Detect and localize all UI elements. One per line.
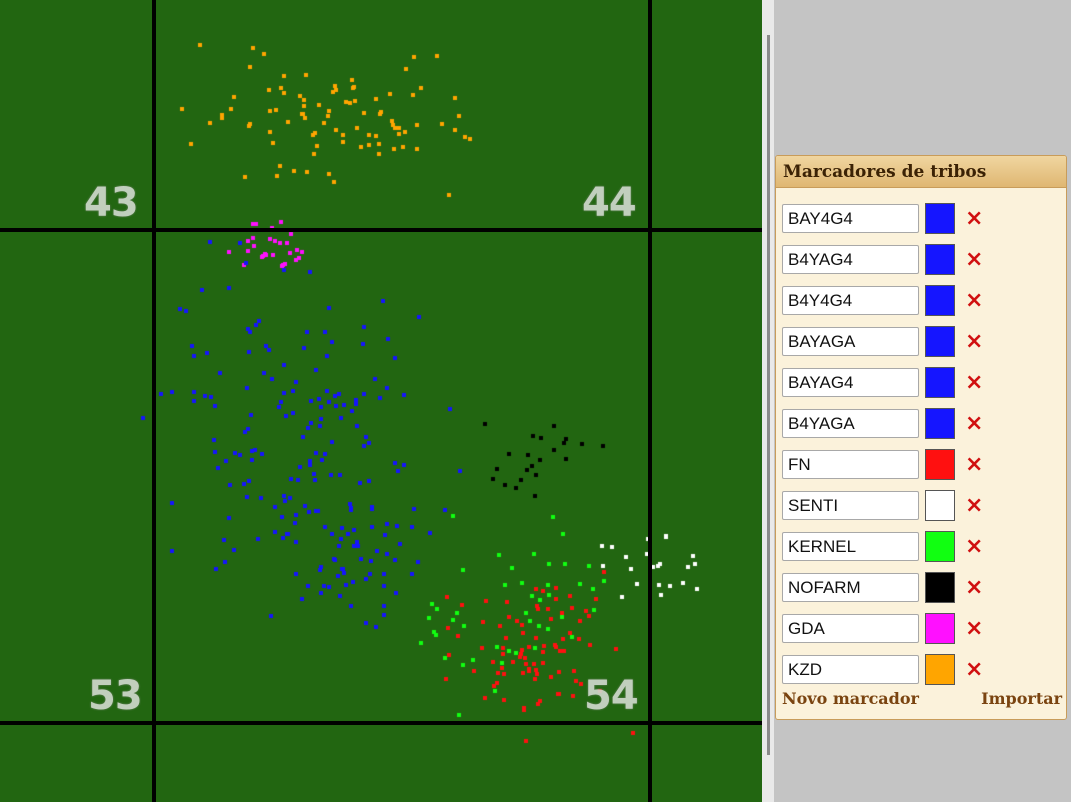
scrollbar-thumb[interactable] [767, 35, 770, 755]
continent-label-44: 44 [582, 180, 637, 226]
marker-row: × [782, 530, 1066, 566]
marker-row: × [782, 489, 1066, 525]
color-swatch[interactable] [925, 531, 955, 562]
delete-icon[interactable]: × [965, 243, 983, 277]
delete-icon[interactable]: × [965, 325, 983, 359]
color-swatch[interactable] [925, 449, 955, 480]
delete-icon[interactable]: × [965, 366, 983, 400]
color-swatch[interactable] [925, 613, 955, 644]
color-swatch[interactable] [925, 408, 955, 439]
grid-line [0, 721, 762, 725]
marker-name-input[interactable] [782, 573, 919, 602]
marker-row: × [782, 407, 1066, 443]
marker-name-input[interactable] [782, 327, 919, 356]
color-swatch[interactable] [925, 244, 955, 275]
marker-row: × [782, 612, 1066, 648]
delete-icon[interactable]: × [965, 284, 983, 318]
delete-icon[interactable]: × [965, 407, 983, 441]
import-link[interactable]: Importar [981, 689, 1062, 708]
marker-name-input[interactable] [782, 409, 919, 438]
marker-name-input[interactable] [782, 204, 919, 233]
world-map[interactable]: 43 44 53 54 [0, 0, 762, 802]
delete-icon[interactable]: × [965, 489, 983, 523]
color-swatch[interactable] [925, 654, 955, 685]
marker-name-input[interactable] [782, 655, 919, 684]
grid-line [648, 0, 652, 802]
delete-icon[interactable]: × [965, 612, 983, 646]
marker-row: × [782, 571, 1066, 607]
new-marker-link[interactable]: Novo marcador [782, 689, 919, 708]
delete-icon[interactable]: × [965, 448, 983, 482]
grid-line [0, 228, 762, 232]
color-swatch[interactable] [925, 572, 955, 603]
marker-row: × [782, 243, 1066, 279]
marker-name-input[interactable] [782, 450, 919, 479]
color-swatch[interactable] [925, 367, 955, 398]
marker-row: × [782, 366, 1066, 402]
delete-icon[interactable]: × [965, 202, 983, 236]
marker-name-input[interactable] [782, 491, 919, 520]
continent-label-43: 43 [84, 180, 139, 226]
delete-icon[interactable]: × [965, 571, 983, 605]
marker-row: × [782, 284, 1066, 320]
marker-name-input[interactable] [782, 245, 919, 274]
color-swatch[interactable] [925, 285, 955, 316]
marker-row: × [782, 448, 1066, 484]
marker-name-input[interactable] [782, 286, 919, 315]
marker-name-input[interactable] [782, 614, 919, 643]
grid-line [152, 0, 156, 802]
marker-row: × [782, 202, 1066, 238]
marker-row: × [782, 325, 1066, 361]
delete-icon[interactable]: × [965, 530, 983, 564]
color-swatch[interactable] [925, 326, 955, 357]
continent-label-53: 53 [88, 673, 143, 719]
continent-label-54: 54 [584, 673, 639, 719]
color-swatch[interactable] [925, 203, 955, 234]
marker-name-input[interactable] [782, 532, 919, 561]
panel-title: Marcadores de tribos [776, 156, 1066, 188]
delete-icon[interactable]: × [965, 653, 983, 687]
marker-name-input[interactable] [782, 368, 919, 397]
tribe-markers-panel: Marcadores de tribos × × × × × × × × [775, 155, 1067, 720]
panel-footer: Novo marcador Importar [776, 683, 1066, 719]
color-swatch[interactable] [925, 490, 955, 521]
